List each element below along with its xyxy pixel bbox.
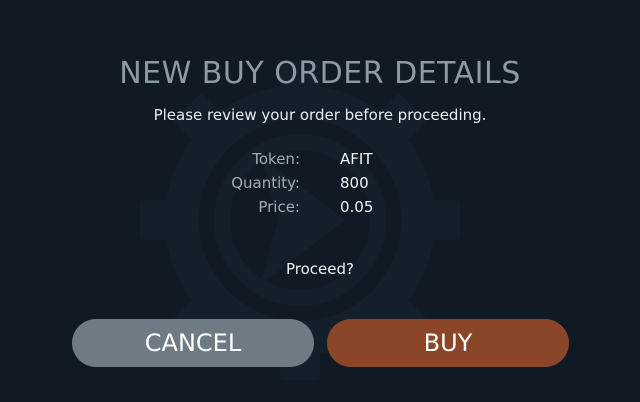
buy-button[interactable]: BUY	[327, 319, 569, 367]
dialog-title: NEW BUY ORDER DETAILS	[119, 56, 521, 91]
dialog-subtitle: Please review your order before proceedi…	[153, 106, 487, 124]
token-label: Token:	[252, 150, 300, 168]
price-value: 0.05	[340, 198, 374, 216]
detail-row-token: Token: AFIT	[0, 150, 640, 172]
buy-order-dialog: NEW BUY ORDER DETAILS Please review your…	[0, 0, 640, 402]
cancel-button[interactable]: CANCEL	[72, 319, 314, 367]
detail-row-quantity: Quantity: 800	[0, 174, 640, 196]
detail-row-price: Price: 0.05	[0, 198, 640, 220]
quantity-value: 800	[340, 174, 369, 192]
proceed-prompt: Proceed?	[286, 260, 354, 278]
quantity-label: Quantity:	[231, 174, 300, 192]
price-label: Price:	[258, 198, 300, 216]
token-value: AFIT	[340, 150, 373, 168]
